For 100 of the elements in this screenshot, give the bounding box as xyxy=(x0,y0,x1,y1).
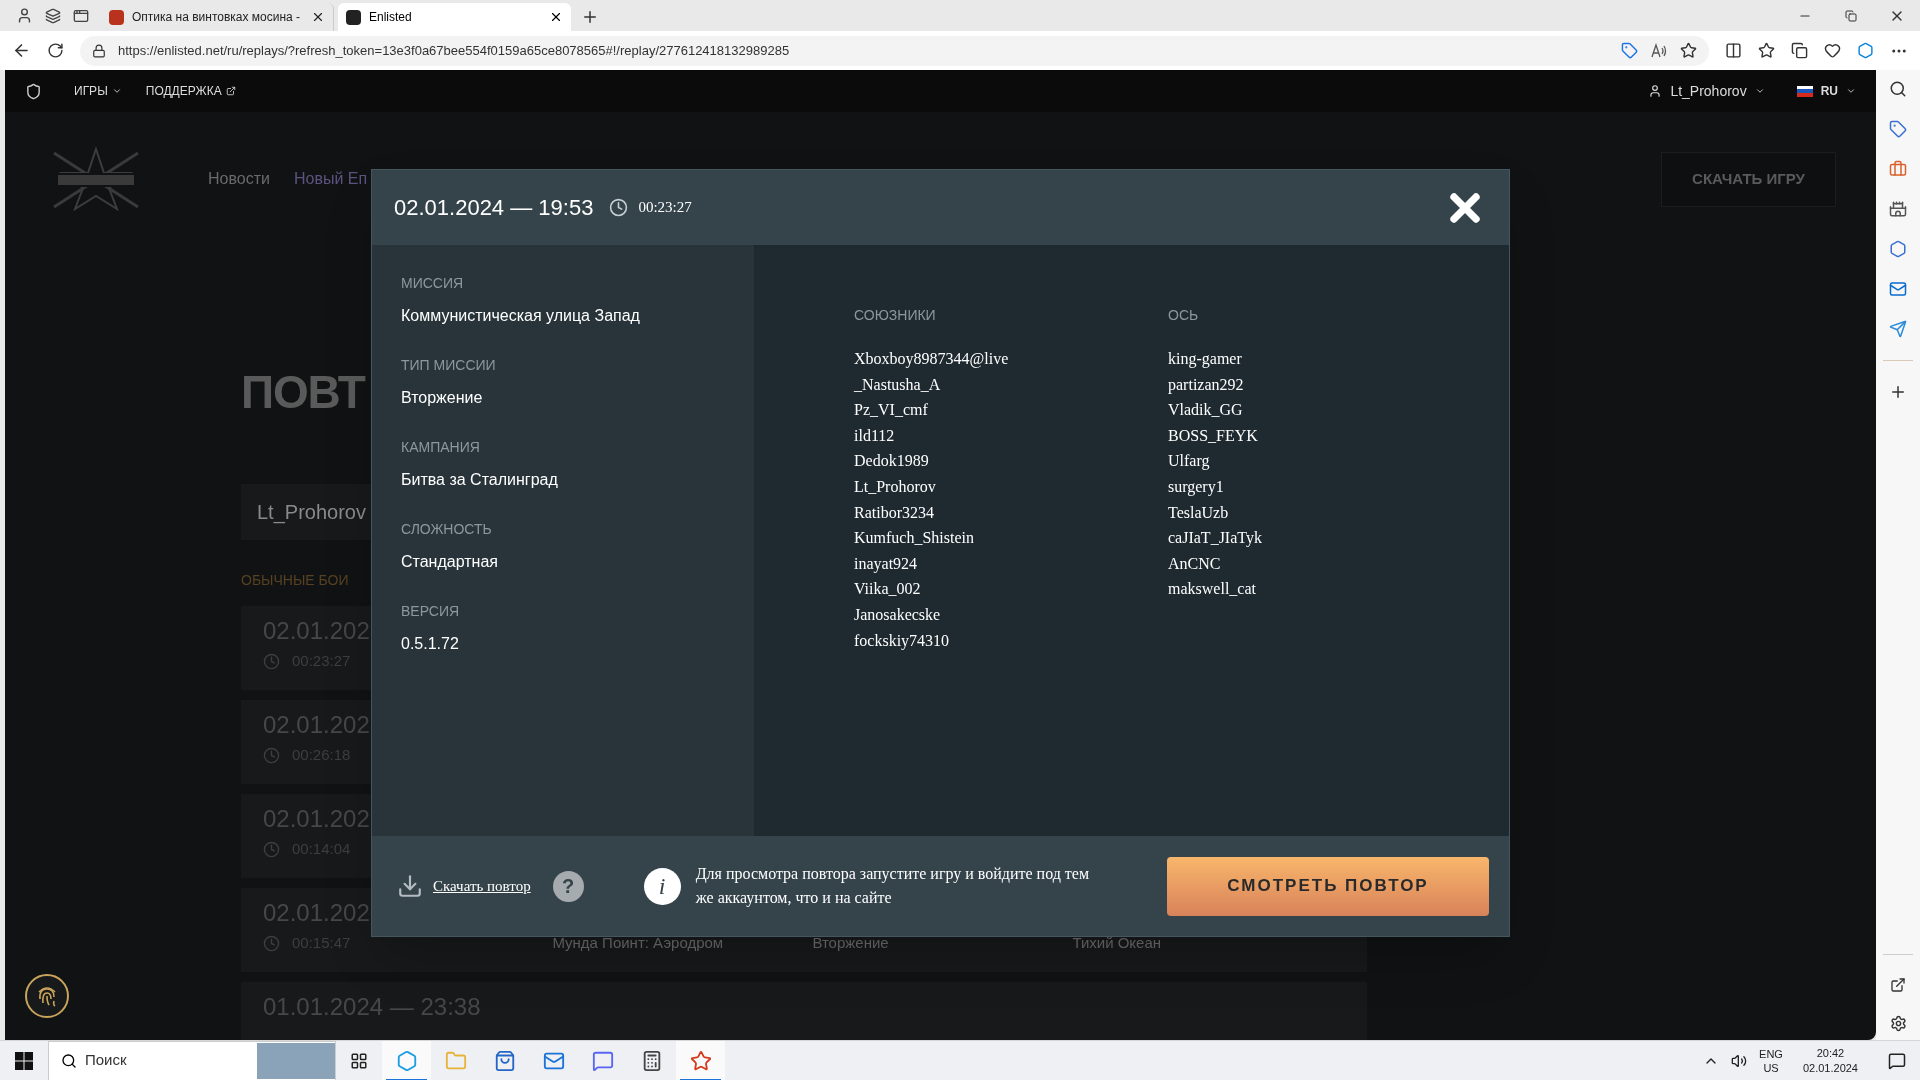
clock-time: 20:42 xyxy=(1816,1045,1845,1061)
player-name: Xboxboy8987344@live xyxy=(854,349,1009,370)
player-name: Pz_VI_cmf xyxy=(854,400,928,421)
reload-icon[interactable] xyxy=(47,42,64,59)
player-name: BOSS_FEYK xyxy=(1168,425,1258,446)
add-icon[interactable] xyxy=(1889,383,1907,401)
detail-label: ТИП МИССИИ xyxy=(401,356,496,375)
language-menu[interactable]: RU xyxy=(1796,82,1856,100)
download-replay-link[interactable]: Скачать повтор xyxy=(433,874,531,898)
site-nav-link[interactable]: ПОДДЕРЖКА xyxy=(145,82,236,100)
player-name: partizan292 xyxy=(1168,374,1244,396)
briefcase-icon[interactable] xyxy=(1889,160,1907,178)
replay-field-value: Тихий Океан xyxy=(1072,933,1163,953)
search-icon xyxy=(61,1052,77,1069)
tab-favicon-icon xyxy=(109,9,124,25)
player-name: makswell_cat xyxy=(1168,579,1256,600)
caret-icon xyxy=(1754,86,1765,96)
detail-label: СЛОЖНОСТЬ xyxy=(401,520,492,539)
favorites-icon[interactable] xyxy=(1758,42,1775,59)
clock-icon xyxy=(609,198,629,217)
read-aloud-icon[interactable] xyxy=(1650,42,1668,59)
clock-icon xyxy=(263,652,280,670)
back-icon[interactable] xyxy=(12,41,31,60)
player-name: Ratibor3234 xyxy=(854,502,934,523)
player-name: Lt_Prohorov xyxy=(854,476,936,497)
dialog-title: 02.01.2024 — 19:53 xyxy=(394,194,594,222)
player-name: TeslaUzb xyxy=(1168,502,1229,523)
player-name: ild112 xyxy=(854,425,895,446)
flag-icon xyxy=(1796,85,1813,97)
clock-icon xyxy=(263,746,280,764)
workspaces-icon[interactable] xyxy=(45,7,61,24)
close-tab-icon[interactable] xyxy=(549,10,563,24)
user-menu[interactable]: Lt_Prohorov xyxy=(1648,80,1765,102)
detail-value: Вторжение xyxy=(401,388,483,408)
favorite-star-icon[interactable] xyxy=(1680,42,1697,59)
profile-icon[interactable] xyxy=(16,7,33,24)
search-icon[interactable] xyxy=(1889,80,1907,98)
info-icon: i xyxy=(643,867,681,905)
player-name: _Nastusha_A xyxy=(854,374,941,395)
player-name: king-gamer xyxy=(1168,349,1242,370)
clock-icon xyxy=(263,934,280,952)
clock-icon xyxy=(263,840,280,858)
player-name: fockskiy74310 xyxy=(854,630,950,652)
external-link-icon xyxy=(225,86,236,96)
site-logo-icon xyxy=(25,82,42,100)
taskbar-search-field[interactable]: Поиск xyxy=(48,1040,336,1080)
address-bar[interactable]: https://enlisted.net/ru/replays/?refresh_token=13e3f0a67bee554f0159a65ce8078565#!/replay/277612418132989285 xyxy=(80,35,1709,66)
external-link-icon[interactable] xyxy=(1890,977,1906,993)
user-icon xyxy=(1648,84,1663,98)
fingerprint-button[interactable] xyxy=(25,974,69,1018)
detail-value: 0.5.1.72 xyxy=(401,634,459,654)
taskbar-app-icon[interactable] xyxy=(382,1040,431,1080)
clock-date: 02.01.2024 xyxy=(1802,1060,1858,1076)
tag-icon[interactable] xyxy=(1889,120,1907,138)
dialog-duration: 00:23:27 xyxy=(638,198,692,218)
browser-tab[interactable]: Enlisted xyxy=(338,3,571,31)
page-heading: ПОВТ xyxy=(241,365,365,420)
taskbar-app-icon[interactable] xyxy=(676,1040,725,1080)
detail-label: КАМПАНИЯ xyxy=(401,438,480,457)
player-name: AnCNC xyxy=(1168,553,1221,574)
player-name: Ulfarg xyxy=(1168,451,1210,472)
notice-text: Для просмотра повтора запустите игру и войдите под тем же аккаунтом, что и на сайте xyxy=(695,864,1091,909)
replay-field-value: Мунда Поинт: Аэродром xyxy=(552,933,725,953)
caret-icon xyxy=(1846,86,1856,96)
hexagon-icon[interactable] xyxy=(1889,240,1907,258)
tag-icon[interactable] xyxy=(1621,42,1638,59)
chess-icon[interactable] xyxy=(1889,200,1907,218)
send-icon[interactable] xyxy=(1889,320,1907,338)
watch-replay-button[interactable]: СМОТРЕТЬ ПОВТОР xyxy=(1167,856,1489,916)
player-name: Kumfuch_Shistein xyxy=(854,528,974,549)
detail-label: ВЕРСИЯ xyxy=(401,602,460,621)
speaker-icon[interactable] xyxy=(1731,1052,1748,1069)
settings-icon[interactable] xyxy=(1889,1015,1907,1032)
mail-icon[interactable] xyxy=(1889,280,1907,298)
detail-value: Коммунистическая улица Запад xyxy=(401,306,640,326)
close-tab-icon[interactable] xyxy=(311,10,325,24)
help-icon[interactable]: ? xyxy=(552,870,584,902)
input-language[interactable]: ENG US xyxy=(1759,1046,1783,1075)
heart-icon[interactable] xyxy=(1824,42,1841,59)
player-name: Janosakecske xyxy=(854,604,941,625)
player-name: caJIaT_JIaTyk xyxy=(1168,528,1262,549)
caret-icon xyxy=(111,86,122,96)
team-title: СОЮЗНИКИ xyxy=(854,306,936,325)
lock-icon xyxy=(92,43,106,58)
section-label: ОБЫЧНЫЕ БОИ xyxy=(241,571,349,590)
split-screen-icon[interactable] xyxy=(1725,42,1742,59)
player-name: surgery1 xyxy=(1168,476,1224,498)
player-name: Dedok1989 xyxy=(854,451,929,472)
team-title: ОСЬ xyxy=(1168,306,1199,325)
player-name: Vladik_GG xyxy=(1168,400,1243,421)
player-name: inayat924 xyxy=(854,553,918,575)
detail-label: МИССИЯ xyxy=(401,274,464,293)
collections-icon[interactable] xyxy=(1791,42,1808,59)
replay-field-value: Вторжение xyxy=(812,933,890,953)
download-icon xyxy=(397,873,423,899)
player-name: Viika_002 xyxy=(854,579,921,600)
detail-value: Стандартная xyxy=(401,552,498,572)
detail-value: Битва за Сталинград xyxy=(401,470,558,490)
site-nav-link[interactable]: ИГРЫ xyxy=(74,82,122,100)
tab-actions-icon[interactable] xyxy=(73,7,89,24)
